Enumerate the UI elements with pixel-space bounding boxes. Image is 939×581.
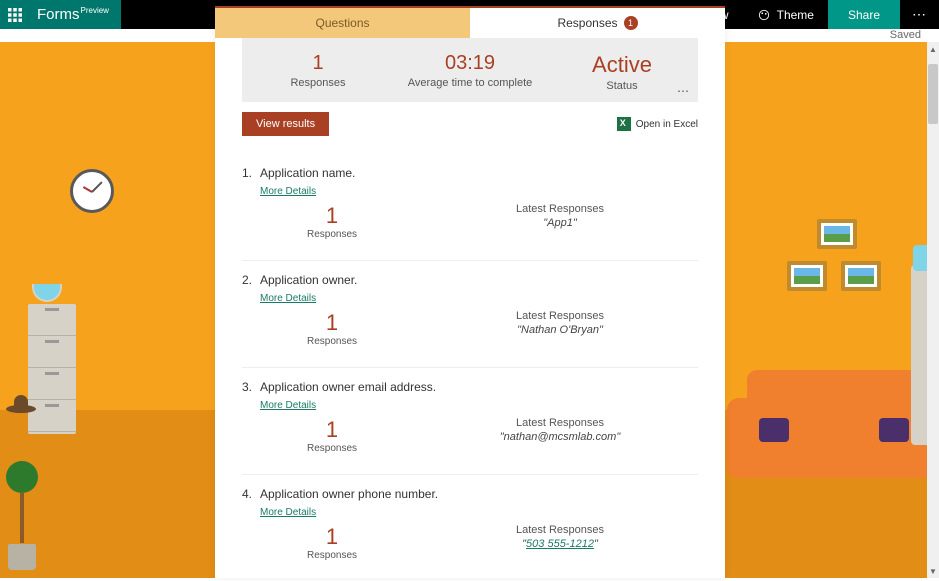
more-details-link[interactable]: More Details — [260, 400, 316, 411]
picture-frame-decoration — [817, 219, 857, 249]
question-summary: 1.Application name. More Details 1Respon… — [242, 154, 698, 261]
clock-decoration — [70, 169, 114, 213]
cabinet-decoration — [28, 304, 76, 434]
brand-name: FormsPreview — [37, 6, 109, 23]
latest-response: "Nathan O'Bryan" — [422, 324, 698, 336]
stat-responses: 1 Responses — [242, 52, 394, 92]
question-text: Application owner email address. — [260, 380, 436, 394]
form-panel: Questions Responses 1 1 Responses 03:19 … — [215, 6, 725, 578]
water-cooler-decoration — [911, 265, 927, 445]
tab-responses[interactable]: Responses 1 — [470, 8, 725, 38]
question-summary: 2.Application owner. More Details 1Respo… — [242, 261, 698, 368]
tab-strip: Questions Responses 1 — [215, 8, 725, 38]
response-count: 1 — [242, 524, 422, 550]
question-text: Application name. — [260, 166, 355, 180]
picture-frame-decoration — [841, 261, 881, 291]
theme-button[interactable]: Theme — [743, 0, 828, 29]
latest-response: "nathan@mcsmlab.com" — [422, 431, 698, 443]
more-details-link[interactable]: More Details — [260, 186, 316, 197]
vertical-scrollbar[interactable]: ▲ ▼ — [927, 42, 939, 578]
fishbowl-decoration — [32, 284, 62, 302]
waffle-icon — [8, 8, 22, 22]
scroll-down-button[interactable]: ▼ — [927, 564, 939, 578]
response-count: 1 — [242, 203, 422, 229]
question-text: Application owner. — [260, 273, 357, 287]
share-button[interactable]: Share — [828, 0, 900, 29]
pot-decoration — [8, 544, 36, 570]
question-text: Application owner phone number. — [260, 487, 438, 501]
scroll-thumb[interactable] — [928, 64, 938, 124]
scroll-up-button[interactable]: ▲ — [927, 42, 939, 56]
latest-response: "503 555-1212" — [422, 538, 698, 550]
question-summary: 4.Application owner phone number. More D… — [242, 475, 698, 581]
excel-icon — [617, 117, 631, 131]
palette-icon — [757, 8, 771, 22]
tab-questions[interactable]: Questions — [215, 8, 470, 38]
brand-wrap: FormsPreview — [29, 0, 121, 29]
view-results-button[interactable]: View results — [242, 112, 329, 136]
plant-decoration — [6, 461, 38, 493]
stat-status: Active Status — [546, 52, 698, 92]
share-label: Share — [848, 8, 880, 22]
response-count: 1 — [242, 417, 422, 443]
app-launcher-button[interactable] — [0, 0, 29, 29]
picture-frame-decoration — [787, 261, 827, 291]
couch-decoration — [727, 398, 927, 478]
open-in-excel-button[interactable]: Open in Excel — [617, 117, 698, 131]
header-more-button[interactable]: ⋯ — [900, 6, 939, 23]
hat-decoration — [6, 405, 36, 413]
response-count: 1 — [242, 310, 422, 336]
question-summary: 3.Application owner email address. More … — [242, 368, 698, 475]
responses-badge: 1 — [624, 16, 638, 30]
latest-response: "App1" — [422, 217, 698, 229]
more-details-link[interactable]: More Details — [260, 293, 316, 304]
theme-label: Theme — [777, 8, 814, 22]
more-details-link[interactable]: More Details — [260, 507, 316, 518]
question-list: 1.Application name. More Details 1Respon… — [242, 154, 698, 581]
phone-link[interactable]: 503 555-1212 — [526, 538, 594, 550]
summary-stats: 1 Responses 03:19 Average time to comple… — [242, 38, 698, 102]
stats-more-button[interactable]: ⋯ — [677, 84, 690, 98]
stat-avg-time: 03:19 Average time to complete — [394, 52, 546, 92]
